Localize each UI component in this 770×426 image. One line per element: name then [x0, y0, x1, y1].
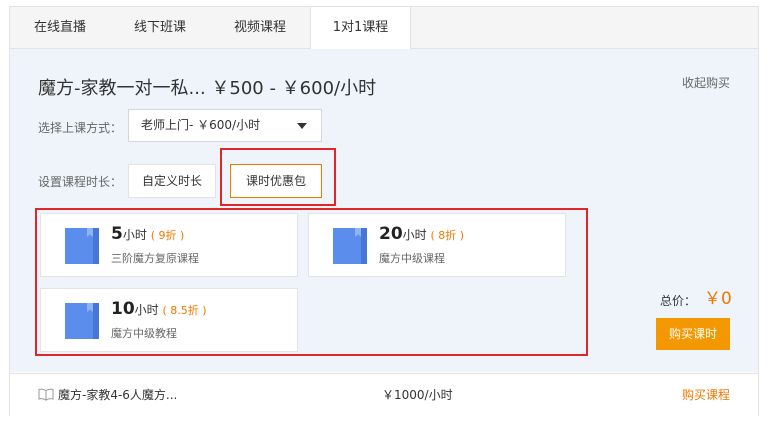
package-unit: 小时: [402, 228, 427, 242]
package-unit: 小时: [134, 303, 159, 317]
package-card-20h[interactable]: 20小时 ( 8折 ) 魔方中级课程: [308, 213, 566, 277]
course-type-tabs: 在线直播 线下班课 视频课程 1对1课程: [10, 7, 758, 49]
total-price-label: 总价：: [660, 294, 697, 308]
package-discount: ( 8折 ): [430, 229, 465, 242]
package-card-10h[interactable]: 10小时 ( 8.5折 ) 魔方中级教程: [40, 288, 298, 352]
tab-one-on-one[interactable]: 1对1课程: [310, 7, 411, 49]
package-discount: ( 8.5折 ): [162, 304, 207, 317]
class-method-value: 老师上门- ￥600/小时: [141, 118, 261, 132]
package-unit: 小时: [122, 228, 147, 242]
total-price-value: ￥0: [704, 289, 732, 309]
book-icon: [65, 228, 99, 264]
package-description: 魔方中级教程: [111, 327, 177, 340]
other-course-price: ￥1000/小时: [382, 388, 453, 402]
buy-course-link[interactable]: 购买课程: [682, 386, 730, 403]
course-purchase-panel: 在线直播 线下班课 视频课程 1对1课程 魔方-家教一对一私... ￥500 -…: [9, 6, 759, 416]
package-hours: 10: [111, 299, 135, 319]
other-course-row: 魔方-家教4-6人魔方... ￥1000/小时 购买课程: [10, 373, 758, 416]
package-hours: 5: [111, 224, 123, 244]
package-description: 魔方中级课程: [379, 252, 445, 265]
tab-offline-class[interactable]: 线下班课: [110, 7, 210, 48]
duration-label: 设置课程时长：: [38, 175, 123, 189]
package-hours: 20: [379, 224, 403, 244]
book-icon: [333, 228, 367, 264]
custom-duration-button[interactable]: 自定义时长: [128, 164, 216, 198]
course-title: 魔方-家教一对一私... ￥500 - ￥600/小时: [38, 78, 377, 99]
package-card-5h[interactable]: 5小时 ( 9折 ) 三阶魔方复原课程: [40, 213, 298, 277]
tab-online-live[interactable]: 在线直播: [10, 7, 110, 48]
chevron-down-icon: [297, 123, 307, 129]
open-book-icon: [38, 388, 54, 401]
book-icon: [65, 303, 99, 339]
buy-hours-button[interactable]: 购买课时: [656, 318, 730, 350]
collapse-purchase-link[interactable]: 收起购买: [682, 74, 730, 91]
hour-package-button[interactable]: 课时优惠包: [230, 164, 322, 198]
purchase-form: 魔方-家教一对一私... ￥500 - ￥600/小时 收起购买 选择上课方式：…: [10, 49, 758, 372]
package-discount: ( 9折 ): [150, 229, 185, 242]
tab-video-course[interactable]: 视频课程: [210, 7, 310, 48]
class-method-select[interactable]: 老师上门- ￥600/小时: [128, 109, 322, 142]
other-course-name[interactable]: 魔方-家教4-6人魔方...: [58, 386, 177, 403]
package-description: 三阶魔方复原课程: [111, 252, 199, 265]
method-label: 选择上课方式：: [38, 121, 123, 135]
